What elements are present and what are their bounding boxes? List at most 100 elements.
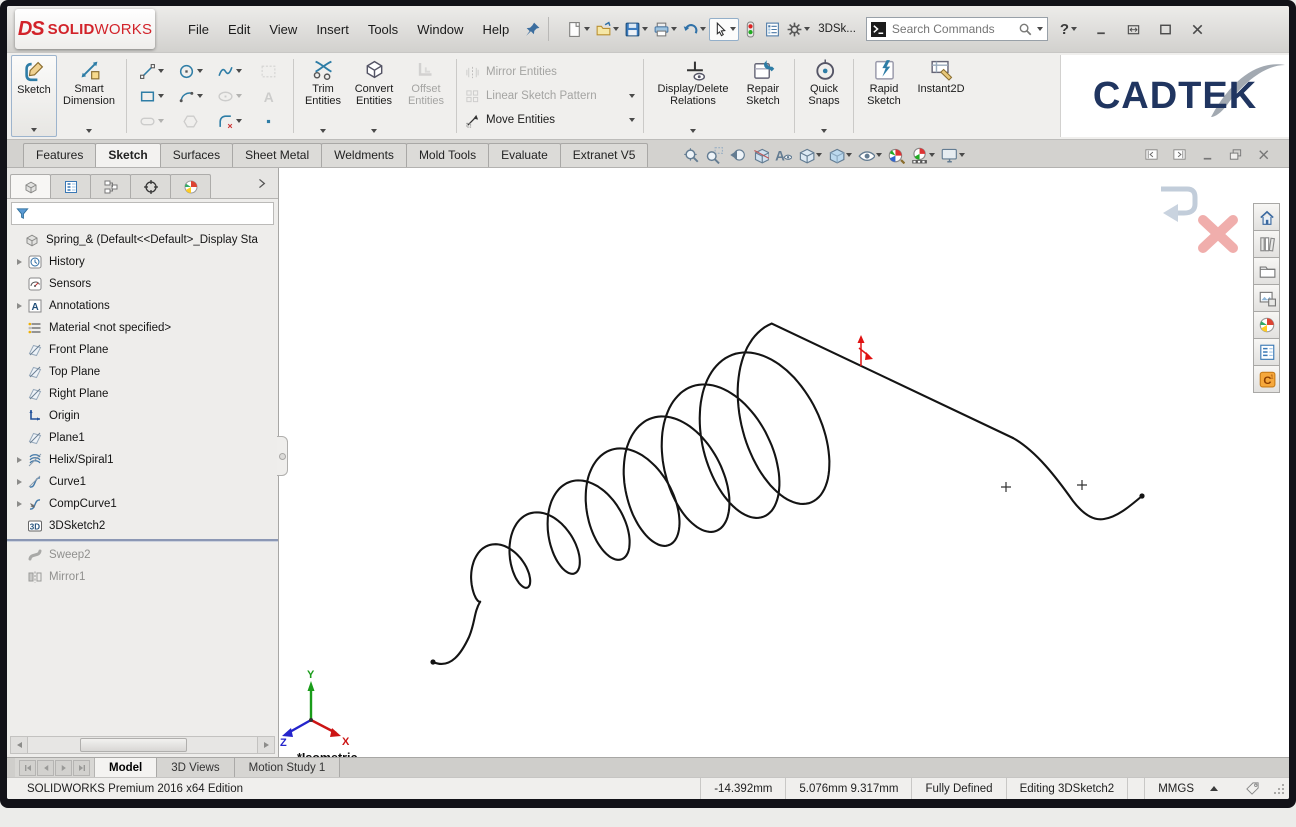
dropdown-caret[interactable] [959, 153, 965, 157]
hide-show-annotations-button[interactable]: A [773, 146, 793, 164]
tree-item-right-plane[interactable]: Right Plane [7, 383, 278, 405]
tree-item-curve1[interactable]: Curve1 [7, 471, 278, 493]
dropdown-caret[interactable] [929, 153, 935, 157]
zoom-to-fit-button[interactable] [681, 146, 701, 164]
save-button[interactable] [622, 19, 650, 40]
rapid-sketch-button[interactable]: Rapid Sketch [859, 55, 909, 137]
model-tab-motion-study-1[interactable]: Motion Study 1 [235, 758, 341, 777]
restore-button[interactable] [1121, 20, 1145, 38]
panel-horizontal-scrollbar[interactable] [10, 736, 275, 754]
dropdown-caret[interactable] [197, 94, 203, 98]
dropdown-caret[interactable] [320, 129, 326, 133]
resize-grip[interactable] [1272, 782, 1286, 796]
line-tool[interactable] [132, 59, 171, 84]
dropdown-caret[interactable] [236, 94, 242, 98]
model-tab-model[interactable]: Model [95, 758, 157, 777]
tab-weldments[interactable]: Weldments [321, 143, 407, 167]
menu-file[interactable]: File [179, 17, 218, 42]
document-minimize-button[interactable] [1200, 147, 1215, 162]
scrollbar-thumb[interactable] [80, 738, 187, 752]
design-library-button[interactable] [1253, 230, 1280, 258]
dropdown-caret[interactable] [236, 119, 242, 123]
next-tab-button[interactable] [55, 760, 72, 776]
menu-insert[interactable]: Insert [307, 17, 358, 42]
open-button[interactable] [593, 19, 621, 40]
view-palette-button[interactable] [1253, 284, 1280, 312]
dropdown-caret[interactable] [700, 27, 706, 31]
minimize-button[interactable] [1089, 20, 1113, 38]
sketch-button[interactable]: Sketch [11, 55, 57, 137]
tree-item-compcurve1[interactable]: CompCurve1 [7, 493, 278, 515]
help-button[interactable]: ? [1060, 21, 1069, 38]
last-tab-button[interactable] [73, 760, 90, 776]
instant2d-button[interactable]: Instant2D [909, 55, 973, 137]
search-caret[interactable] [1037, 27, 1043, 31]
dimxpertmanager-tab[interactable] [130, 174, 171, 198]
tree-item-history[interactable]: History [7, 251, 278, 273]
options-button[interactable] [784, 19, 812, 40]
search-icon[interactable] [1018, 22, 1033, 37]
dropdown-caret[interactable] [671, 27, 677, 31]
propertymanager-tab[interactable] [50, 174, 91, 198]
model-tab-3d-views[interactable]: 3D Views [157, 758, 234, 777]
dropdown-caret[interactable] [629, 118, 635, 122]
dropdown-caret[interactable] [371, 129, 377, 133]
collapse-pane-left-button[interactable] [1144, 147, 1159, 162]
apply-scene-button[interactable] [909, 146, 936, 164]
help-caret[interactable] [1071, 27, 1077, 31]
zoom-to-area-button[interactable] [704, 146, 724, 164]
first-tab-button[interactable] [19, 760, 36, 776]
solidworks-resources-button[interactable] [1253, 203, 1280, 231]
dropdown-caret[interactable] [642, 27, 648, 31]
expand-arrow-icon[interactable] [13, 479, 26, 485]
tree-item-origin[interactable]: Origin [7, 405, 278, 427]
collapse-pane-right-button[interactable] [1172, 147, 1187, 162]
section-view-button[interactable] [750, 146, 770, 164]
display-style-button[interactable] [826, 146, 853, 164]
addin-tab-button[interactable]: C1 [1253, 365, 1280, 393]
dropdown-caret[interactable] [730, 27, 736, 31]
expand-arrow-icon[interactable] [13, 259, 26, 265]
menu-view[interactable]: View [260, 17, 306, 42]
trim-entities-button[interactable]: Trim Entities [299, 55, 347, 137]
dropdown-caret[interactable] [876, 153, 882, 157]
view-settings-button[interactable] [939, 146, 966, 164]
dropdown-caret[interactable] [197, 69, 203, 73]
expand-arrow-icon[interactable] [13, 457, 26, 463]
tab-surfaces[interactable]: Surfaces [160, 143, 233, 167]
tree-item-annotations[interactable]: AAnnotations [7, 295, 278, 317]
scroll-left-arrow[interactable] [11, 737, 28, 753]
search-commands-box[interactable] [866, 17, 1048, 41]
scroll-right-arrow[interactable] [257, 737, 274, 753]
tab-features[interactable]: Features [23, 143, 96, 167]
dropdown-caret[interactable] [158, 69, 164, 73]
file-explorer-button[interactable] [1253, 257, 1280, 285]
tab-sketch[interactable]: Sketch [95, 143, 160, 167]
quick-snaps-button[interactable]: Quick Snaps [800, 55, 848, 137]
menu-edit[interactable]: Edit [219, 17, 259, 42]
point-tool[interactable] [249, 109, 288, 134]
task-list-button[interactable] [762, 19, 783, 40]
units-selector[interactable]: MMGS [1144, 778, 1231, 799]
custom-properties-button[interactable] [1253, 338, 1280, 366]
close-button[interactable] [1185, 20, 1209, 38]
new-document-button[interactable] [564, 19, 592, 40]
hide-show-items-button[interactable] [856, 146, 883, 164]
expand-arrow-icon[interactable] [13, 501, 26, 507]
search-input[interactable] [890, 21, 1014, 37]
select-button[interactable] [709, 18, 739, 41]
menu-window[interactable]: Window [408, 17, 472, 42]
fillet-tool[interactable] [210, 109, 249, 134]
tab-sheet-metal[interactable]: Sheet Metal [232, 143, 322, 167]
convert-entities-button[interactable]: Convert Entities [347, 55, 401, 137]
tree-root-item[interactable]: Spring_& (Default<<Default>_Display Sta [7, 229, 278, 251]
previous-view-button[interactable] [727, 146, 747, 164]
display-delete-relations-button[interactable]: Display/Delete Relations [649, 55, 737, 137]
tree-item-sensors[interactable]: Sensors [7, 273, 278, 295]
repair-sketch-button[interactable]: Repair Sketch [737, 55, 789, 137]
panel-expand-chevron-icon[interactable] [255, 177, 275, 198]
view-orientation-button[interactable] [796, 146, 823, 164]
menu-tools[interactable]: Tools [359, 17, 407, 42]
featuremanager-tab[interactable] [10, 174, 51, 198]
dropdown-caret[interactable] [158, 94, 164, 98]
